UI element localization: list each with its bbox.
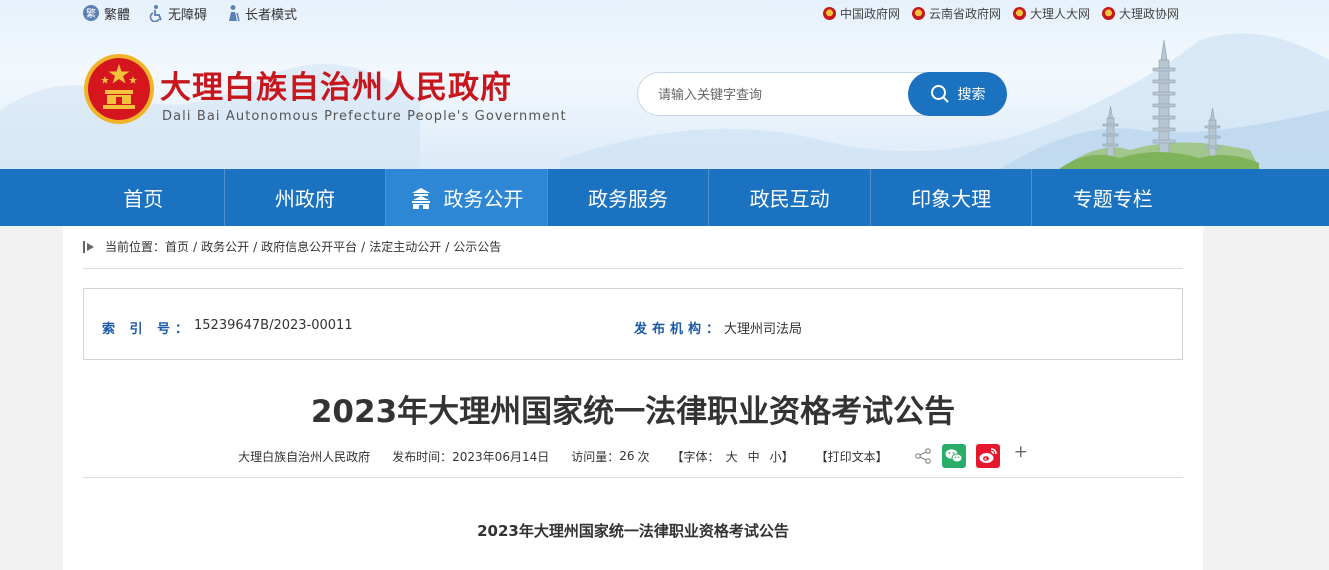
- topbar-left: 繁 繁體 无障碍 长者模式: [82, 3, 315, 23]
- nav-item-impression-dali[interactable]: 印象大理: [871, 169, 1033, 226]
- link-label: 云南省政府网: [928, 6, 1001, 21]
- emblem-icon: [822, 6, 836, 20]
- index-number-value: 15239647B/2023-00011: [194, 318, 353, 333]
- link-label: 大理政协网: [1118, 6, 1179, 21]
- share-icon[interactable]: [914, 448, 932, 464]
- nav-item-interaction[interactable]: 政民互动: [709, 169, 871, 226]
- main-nav: 首页 州政府 政务公开 政务服务 政民互动 印象大理 专题专栏: [0, 169, 1329, 226]
- traditional-chinese-label: 繁體: [104, 7, 131, 23]
- link-label: 中国政府网: [839, 6, 900, 21]
- document-meta-box: 索 引 号： 15239647B/2023-00011 发布机构： 大理州司法局: [83, 288, 1183, 360]
- pagoda-illustration: [1059, 39, 1259, 169]
- location-icon: [83, 240, 94, 253]
- nav-item-label: 首页: [123, 187, 164, 211]
- link-dali-npc[interactable]: 大理人大网: [1012, 5, 1090, 22]
- search-button[interactable]: 搜索: [908, 72, 1007, 116]
- breadcrumb-separator: /: [193, 239, 198, 254]
- publish-time-label: 发布时间：: [392, 449, 453, 464]
- site-subtitle: Dali Bai Autonomous Prefecture People's …: [162, 109, 567, 124]
- link-label: 大理人大网: [1029, 6, 1090, 21]
- print-text-button[interactable]: 【打印文本】: [816, 448, 888, 465]
- search-input[interactable]: [656, 83, 910, 107]
- site-header: 繁 繁體 无障碍 长者模式 中国政府网 云南省政府网 大理人大网 大理政协网 大…: [0, 0, 1329, 169]
- nav-item-special-topics[interactable]: 专题专栏: [1032, 169, 1193, 226]
- elder-mode-label: 长者模式: [245, 7, 298, 23]
- traditional-chinese-link[interactable]: 繁 繁體: [82, 4, 130, 23]
- article-source: 大理白族自治州人民政府: [238, 449, 371, 464]
- article-info-row: 大理白族自治州人民政府 发布时间： 2023年06月14日 访问量： 26 次 …: [63, 442, 1203, 468]
- breadcrumb-separator: /: [445, 239, 450, 254]
- traditional-chinese-icon: 繁: [83, 5, 99, 21]
- topbar-right: 中国政府网 云南省政府网 大理人大网 大理政协网: [811, 3, 1179, 23]
- link-dali-cppcc[interactable]: 大理政协网: [1101, 5, 1179, 22]
- site-title[interactable]: 大理白族自治州人民政府: [160, 62, 512, 107]
- views-count: 26: [619, 449, 635, 463]
- emblem-icon: [911, 6, 925, 20]
- share-bar: +: [894, 442, 1028, 468]
- breadcrumb-separator: /: [361, 239, 366, 254]
- nav-item-label: 专题专栏: [1072, 187, 1153, 211]
- accessibility-label: 无障碍: [168, 7, 208, 23]
- article-title: 2023年大理州国家统一法律职业资格考试公告: [310, 394, 956, 430]
- national-emblem-logo[interactable]: [83, 52, 155, 126]
- breadcrumb-gov-affairs-open[interactable]: 政务公开: [201, 238, 249, 255]
- publish-time-value: 2023年06月14日: [452, 449, 550, 464]
- nav-item-home[interactable]: 首页: [63, 169, 225, 226]
- publishing-org-label: 发布机构：: [634, 322, 725, 337]
- nav-item-label: 政务公开: [443, 187, 524, 211]
- font-size-medium-button[interactable]: 中: [748, 448, 760, 465]
- svg-text:繁: 繁: [86, 7, 96, 20]
- emblem-icon: [1012, 6, 1026, 20]
- views-unit: 次: [637, 449, 650, 464]
- search-button-label: 搜索: [957, 87, 986, 103]
- link-china-gov[interactable]: 中国政府网: [822, 5, 900, 22]
- elder-mode-link[interactable]: 长者模式: [225, 4, 297, 23]
- article-subtitle: 2023年大理州国家统一法律职业资格考试公告: [477, 522, 789, 540]
- search-icon: [930, 85, 949, 103]
- nav-item-label: 政民互动: [749, 187, 830, 211]
- nav-item-gov-services[interactable]: 政务服务: [548, 169, 710, 226]
- nav-item-label: 印象大理: [911, 187, 992, 211]
- weibo-share-icon[interactable]: [975, 444, 1000, 468]
- nav-item-gov-affairs-open[interactable]: 政务公开: [386, 169, 548, 226]
- link-yunnan-gov[interactable]: 云南省政府网: [911, 5, 1001, 22]
- info-divider: [83, 477, 1183, 478]
- font-size-small-button[interactable]: 小: [770, 448, 782, 465]
- index-number-label: 索 引 号：: [102, 322, 194, 337]
- breadcrumb-separator: /: [253, 239, 258, 254]
- font-size-large-button[interactable]: 大: [726, 448, 738, 465]
- elder-mode-icon: [229, 5, 240, 22]
- breadcrumb-home[interactable]: 首页: [165, 238, 189, 255]
- breadcrumb-divider: [83, 268, 1183, 269]
- breadcrumb-label: 当前位置：: [105, 240, 166, 254]
- nav-item-label: 政务服务: [588, 187, 669, 211]
- more-share-button[interactable]: +: [1014, 442, 1028, 462]
- accessibility-link[interactable]: 无障碍: [148, 4, 207, 23]
- views-label: 访问量：: [571, 449, 620, 464]
- font-size-close: 】: [781, 449, 794, 464]
- nav-item-government[interactable]: 州政府: [225, 169, 387, 226]
- breadcrumb-info-platform[interactable]: 政府信息公开平台: [261, 238, 357, 255]
- font-size-open: 【字体：: [671, 449, 720, 464]
- search-box: 搜索: [637, 72, 1007, 116]
- breadcrumb-statutory-disclosure[interactable]: 法定主动公开: [369, 238, 441, 255]
- breadcrumb: 当前位置： 首页 / 政务公开 / 政府信息公开平台 / 法定主动公开 / 公示…: [83, 238, 501, 255]
- wechat-share-icon[interactable]: [941, 444, 966, 468]
- breadcrumb-public-notice[interactable]: 公示公告: [453, 238, 501, 255]
- nav-item-label: 州政府: [274, 187, 335, 211]
- article-content: 当前位置： 首页 / 政务公开 / 政府信息公开平台 / 法定主动公开 / 公示…: [63, 226, 1203, 570]
- publishing-org-value: 大理州司法局: [724, 322, 803, 337]
- accessibility-icon: [149, 5, 162, 22]
- emblem-icon: [1101, 6, 1115, 20]
- gate-tower-icon: [412, 187, 431, 209]
